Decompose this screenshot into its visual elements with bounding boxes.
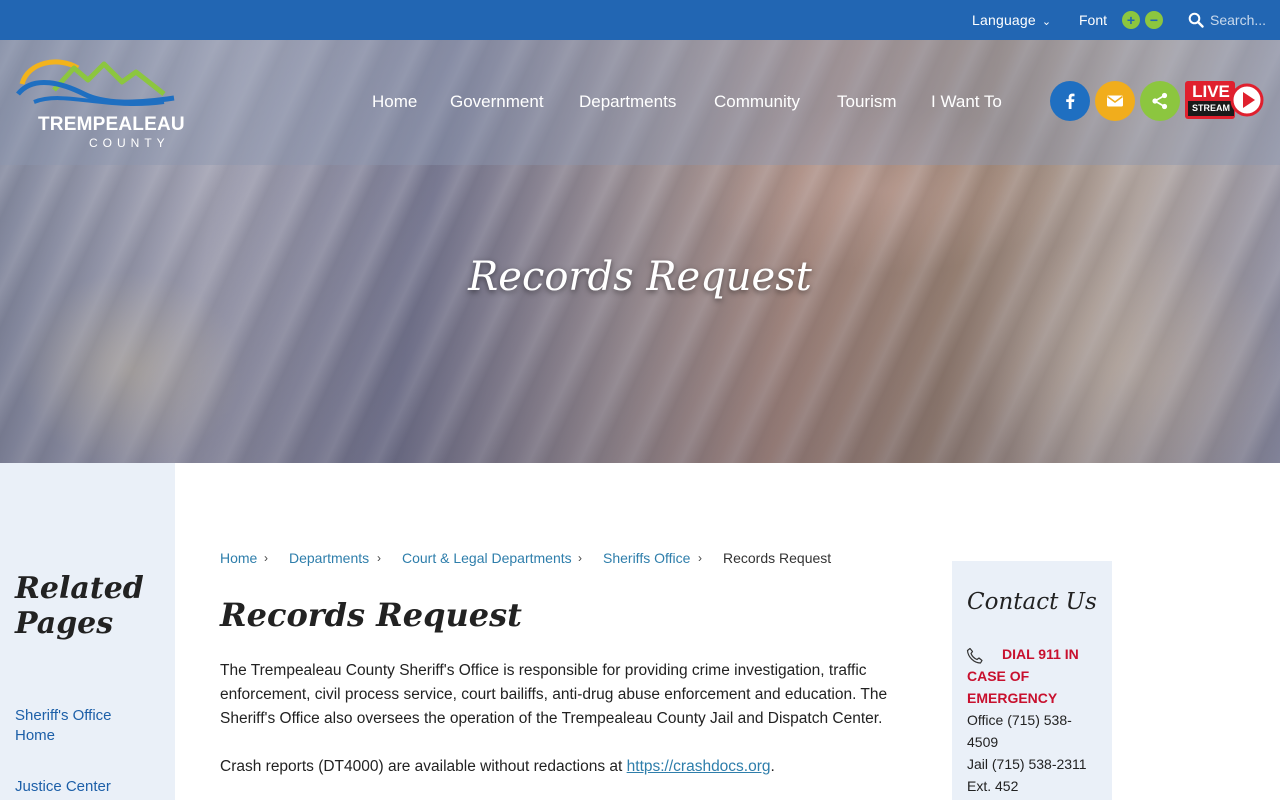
facebook-button[interactable] (1050, 81, 1090, 121)
chevron-right-icon: › (698, 551, 702, 565)
live-label: LIVE (1192, 82, 1230, 101)
breadcrumb-departments[interactable]: Departments (289, 550, 369, 566)
breadcrumb-home[interactable]: Home (220, 550, 257, 566)
sidebar-link-sheriffs-office-home[interactable]: Sheriff's Office Home (15, 706, 155, 746)
related-pages-sidebar: Related Pages Sheriff's Office Home Just… (0, 463, 175, 800)
jail-phone[interactable]: Jail (715) 538-2311 Ext. 452 (967, 753, 1102, 797)
county-logo[interactable]: TREMPEALEAU COUNTY (14, 54, 185, 152)
font-decrease-button[interactable]: − (1145, 11, 1163, 29)
brand-name: TREMPEALEAU (38, 114, 185, 135)
related-pages-heading: Related Pages (15, 571, 144, 641)
stream-label: STREAM (1192, 103, 1230, 113)
email-button[interactable] (1095, 81, 1135, 121)
search-icon[interactable] (1188, 12, 1204, 28)
nav-community[interactable]: Community (714, 92, 800, 112)
facebook-icon (1066, 93, 1075, 109)
chevron-right-icon: › (264, 551, 268, 565)
chevron-right-icon: › (578, 551, 582, 565)
font-increase-button[interactable]: + (1122, 11, 1140, 29)
share-button[interactable] (1140, 81, 1180, 121)
crash-reports-paragraph: Crash reports (DT4000) are available wit… (220, 758, 775, 775)
contact-panel: Contact Us DIAL 911 IN CASE OF EMERGENCY… (952, 561, 1112, 800)
intro-paragraph: The Trempealeau County Sheriff's Office … (220, 662, 888, 727)
emergency-notice: DIAL 911 IN CASE OF EMERGENCY (967, 646, 1079, 706)
language-dropdown[interactable]: Language ⌄ (972, 12, 1051, 28)
envelope-icon (1107, 95, 1123, 107)
live-stream-button[interactable]: LIVE STREAM (1184, 80, 1264, 120)
contact-heading: Contact Us (967, 589, 1097, 615)
breadcrumb-current: Records Request (723, 550, 832, 566)
breadcrumb-court-legal[interactable]: Court & Legal Departments (402, 550, 572, 566)
nav-i-want-to[interactable]: I Want To (931, 92, 1002, 112)
chevron-down-icon: ⌄ (1041, 16, 1052, 28)
chevron-right-icon: › (377, 551, 381, 565)
nav-government[interactable]: Government (450, 92, 544, 112)
page-title: Records Request (220, 596, 522, 634)
office-phone[interactable]: Office (715) 538-4509 (967, 709, 1102, 753)
nav-home[interactable]: Home (372, 92, 417, 112)
hero-title: Records Request (468, 254, 812, 300)
breadcrumb-sheriffs-office[interactable]: Sheriffs Office (603, 550, 690, 566)
font-label: Font (1079, 12, 1108, 28)
share-icon (1152, 92, 1168, 110)
sidebar-link-justice-center[interactable]: Justice Center (15, 777, 155, 797)
language-label: Language (972, 12, 1036, 28)
mountain-logo-icon (16, 59, 175, 106)
brand-subtitle: COUNTY (89, 136, 170, 150)
search-input[interactable] (1210, 10, 1276, 30)
crashdocs-link[interactable]: https://crashdocs.org (627, 758, 771, 775)
utility-bar: Language ⌄ Font + − (0, 0, 1280, 40)
nav-departments[interactable]: Departments (579, 92, 676, 112)
nav-tourism[interactable]: Tourism (837, 92, 897, 112)
